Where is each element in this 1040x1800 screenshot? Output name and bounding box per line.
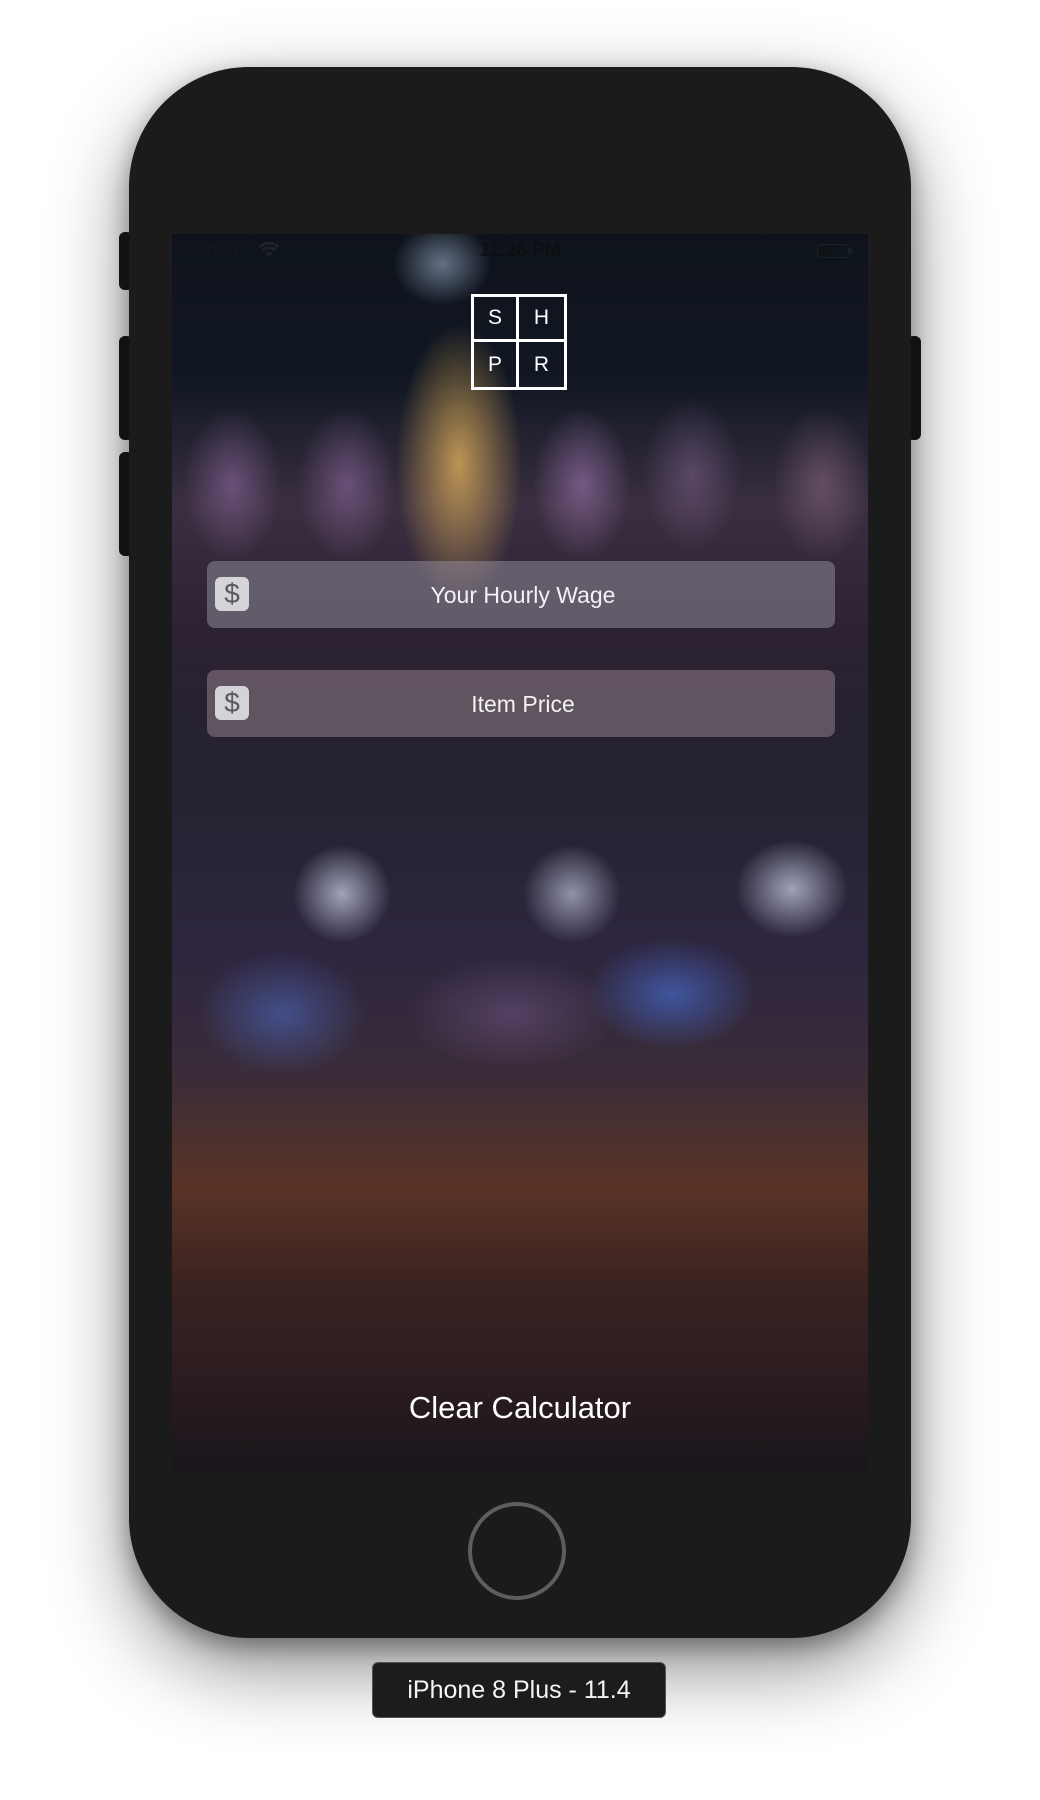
logo-letter: R [533,352,550,376]
item-price-field[interactable]: $ [207,670,835,739]
logo-letter: S [474,297,519,342]
battery-icon [817,244,852,258]
hourly-wage-field[interactable]: $ [207,561,835,630]
app-logo: S H P R [471,294,567,390]
simulator-stage: Carrier 11:26 PM S H P R $ $ [0,0,1040,1800]
logo-letter: H [519,297,564,342]
status-bar: Carrier 11:26 PM [172,234,868,270]
dollar-icon: $ [215,686,249,720]
status-time: 11:26 PM [479,240,561,261]
logo-letter: P [474,342,519,387]
dollar-icon: $ [215,577,249,611]
device-name-label: iPhone 8 Plus - 11.4 [372,1662,666,1718]
app-screen: Carrier 11:26 PM S H P R $ $ [172,234,868,1471]
item-price-input[interactable] [257,670,789,739]
home-button[interactable] [468,1502,566,1600]
clear-calculator-button[interactable]: Clear Calculator [172,1386,868,1430]
hourly-wage-input[interactable] [257,561,789,630]
